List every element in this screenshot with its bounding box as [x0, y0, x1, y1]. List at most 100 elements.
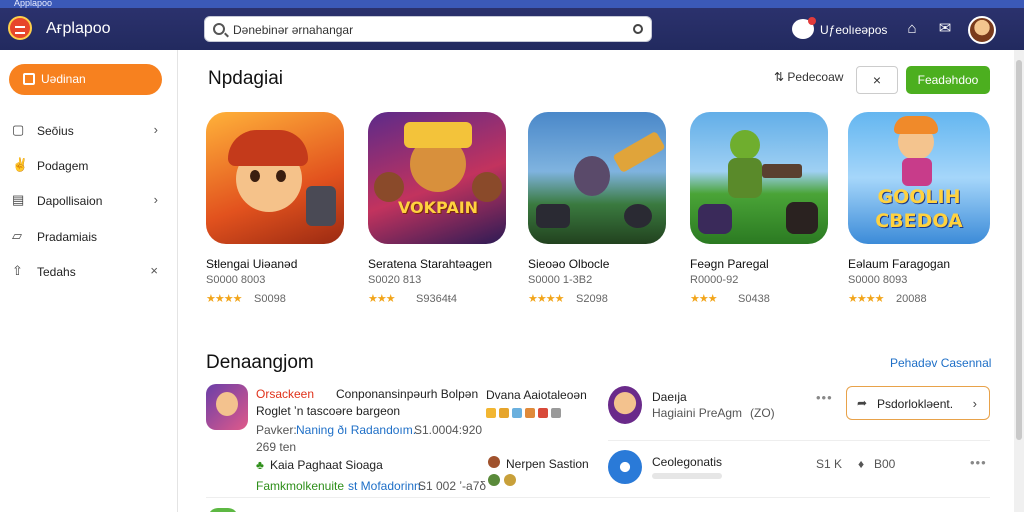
- see-all-link[interactable]: Pehadəv Casennal: [890, 356, 991, 370]
- notifications-icon[interactable]: [792, 17, 816, 39]
- chevron-right-icon: ›: [972, 396, 977, 411]
- app-name: Feəgn Paregal: [690, 257, 769, 271]
- list-item-right-title[interactable]: Daeıja: [652, 390, 687, 404]
- close-icon[interactable]: ×: [150, 263, 158, 278]
- app-card[interactable]: VOKPAIN Seratena Starahtəagen S0020 813 …: [368, 112, 518, 312]
- star-rating: ★★★★: [848, 293, 884, 305]
- app-name: Seratena Starahtəagen: [368, 257, 493, 271]
- sidebar-item-4[interactable]: ▱ Pradamiais: [12, 226, 162, 248]
- home-icon[interactable]: ⌂: [903, 20, 921, 38]
- app-subtitle: S0000 8003: [206, 274, 266, 286]
- sidebar-item-3[interactable]: ▤ Dapollisaion ›: [12, 190, 162, 212]
- sort-button[interactable]: ⇅ Pedecoaw: [774, 70, 843, 84]
- share-icon: ➦: [857, 396, 868, 410]
- folder-icon: ▱: [12, 228, 22, 243]
- scrollbar[interactable]: [1014, 50, 1024, 512]
- sidebar-item-label: Dapollisaion: [37, 194, 103, 208]
- document-icon: ▤: [12, 192, 25, 207]
- divider: [608, 440, 990, 441]
- sidebar-item-2[interactable]: ✌ Podagem: [12, 155, 162, 177]
- tag-chip: [512, 408, 522, 418]
- list-item-title[interactable]: Orsackeen: [256, 387, 314, 401]
- progress-placeholder: [652, 473, 722, 479]
- sidebar-item-5[interactable]: ⇧ Tedahs ×: [12, 261, 162, 283]
- app-card[interactable]: Sŧlengai Uiəanəd S0000 8003 ★★★★ S0098: [206, 112, 356, 312]
- app-card[interactable]: Feəgn Paregal R0000-92 ★★★ S0438: [690, 112, 840, 312]
- main-content: Npdagiai ⇅ Pedecoaw × Feadəhdoo Sŧlengai…: [178, 50, 1024, 512]
- window-icon: ▢: [12, 122, 25, 137]
- close-button[interactable]: ×: [856, 66, 898, 94]
- more-icon[interactable]: •••: [970, 455, 987, 470]
- upload-icon: ⇧: [12, 263, 23, 278]
- featured-title: Npdagiai: [208, 68, 283, 89]
- star-rating: ★★★★: [206, 293, 242, 305]
- megaphone-icon[interactable]: ✉: [936, 20, 954, 38]
- app-card[interactable]: GOOLIH CBEDOA Eəlaum Faragogan S0000 809…: [848, 112, 998, 312]
- scrollbar-thumb[interactable]: [1016, 60, 1022, 440]
- search-input[interactable]: Dənebinər ərnahangar: [233, 23, 353, 37]
- rating-count: S9364ŧ4: [416, 293, 457, 305]
- tag-chip: [499, 408, 509, 418]
- app-artwork[interactable]: [206, 112, 344, 244]
- rating-count: S0098: [254, 293, 286, 305]
- tag-chip: [486, 408, 496, 418]
- sort-label: Pedecoaw: [787, 70, 844, 84]
- artwork-banner-text-1: GOOLIH: [877, 186, 961, 208]
- app-subtitle: S0000 1-3B2: [528, 274, 593, 286]
- like-icon: ♦: [858, 457, 865, 471]
- list-item-mid-bottom: Nerpen Sastion: [506, 457, 589, 471]
- app-artwork[interactable]: VOKPAIN: [368, 112, 506, 244]
- rating-count: 20088: [896, 293, 927, 305]
- list-app-icon-partial[interactable]: [208, 508, 238, 512]
- list-item-line5: Kaia Paghaat Sioaga: [270, 458, 383, 472]
- notification-dot: [808, 17, 816, 25]
- window-strip: Applapoo: [0, 0, 1024, 8]
- sidebar-item-label: Tedahs: [37, 265, 76, 279]
- app-artwork[interactable]: GOOLIH CBEDOA: [848, 112, 990, 244]
- list-item-right-count: (ZO): [750, 406, 775, 420]
- list-item-blue-link[interactable]: st Mofadorinn.: [348, 479, 424, 493]
- list-app-icon[interactable]: [608, 386, 642, 424]
- sidebar-item-1[interactable]: ▢ Seōius ›: [12, 120, 162, 142]
- list-app-icon[interactable]: [608, 450, 642, 484]
- app-logo-icon[interactable]: [8, 16, 32, 40]
- list-item-link[interactable]: Naning ðı Radandoım.: [296, 423, 416, 437]
- sidebar-item-active[interactable]: Uədinan: [9, 64, 162, 95]
- list-app-icon[interactable]: [206, 384, 248, 430]
- tag-chip: [538, 408, 548, 418]
- search-submit-icon[interactable]: [633, 24, 643, 34]
- artwork-banner-text: VOKPAIN: [397, 198, 479, 217]
- sidebar-item-label: Podagem: [37, 159, 89, 173]
- stat-value: B00: [874, 457, 896, 471]
- stat-value: S1 K: [816, 457, 843, 471]
- app-name: Sŧlengai Uiəanəd: [206, 257, 298, 271]
- list-item-price: S1 002 ʼ-a7δ: [418, 479, 487, 493]
- list-item-green-text[interactable]: Famkmolkenuite: [256, 479, 344, 493]
- app-name: Eəlaum Faragogan: [848, 257, 951, 271]
- thumbs-up-icon: ✌: [12, 157, 29, 172]
- app-artwork[interactable]: [528, 112, 666, 244]
- user-avatar[interactable]: [968, 16, 996, 44]
- app-subtitle: S0000 8093: [848, 274, 908, 286]
- list-item-title-rest: Conponansinpəurh Bolpən: [336, 387, 479, 401]
- row-action-button[interactable]: ➦ Psdorlokləent. ›: [846, 386, 990, 420]
- sort-icon: ⇅: [774, 70, 788, 84]
- list-item-title[interactable]: Ceolegonatis: [652, 455, 722, 469]
- user-label[interactable]: Uƒeolıeəpos: [820, 23, 887, 37]
- list-item-line2: Roglet ʼn tascoəre bargeon: [256, 404, 401, 418]
- more-icon[interactable]: •••: [816, 390, 833, 405]
- chevron-right-icon: ›: [153, 122, 158, 137]
- app-artwork[interactable]: [690, 112, 828, 244]
- list-item-size: 269 ten: [256, 440, 297, 454]
- search-icon: [213, 23, 225, 35]
- list-item-value: S1.0004:920: [414, 423, 483, 437]
- primary-button[interactable]: Feadəhdoo: [906, 66, 990, 94]
- title-bar: Applapoo Ағplapoo Dənebinər ərnahangar U…: [0, 0, 1024, 50]
- app-card[interactable]: Sieoəo Olbocle S0000 1-3B2 ★★★★ S2098: [528, 112, 678, 312]
- tag-chip: [525, 408, 535, 418]
- grid-icon: [23, 73, 35, 85]
- app-title: Ағplapoo: [46, 20, 111, 37]
- app-subtitle: S0020 813: [368, 274, 422, 286]
- search-bar[interactable]: Dənebinər ərnahangar: [204, 16, 652, 42]
- small-avatar: [488, 474, 500, 486]
